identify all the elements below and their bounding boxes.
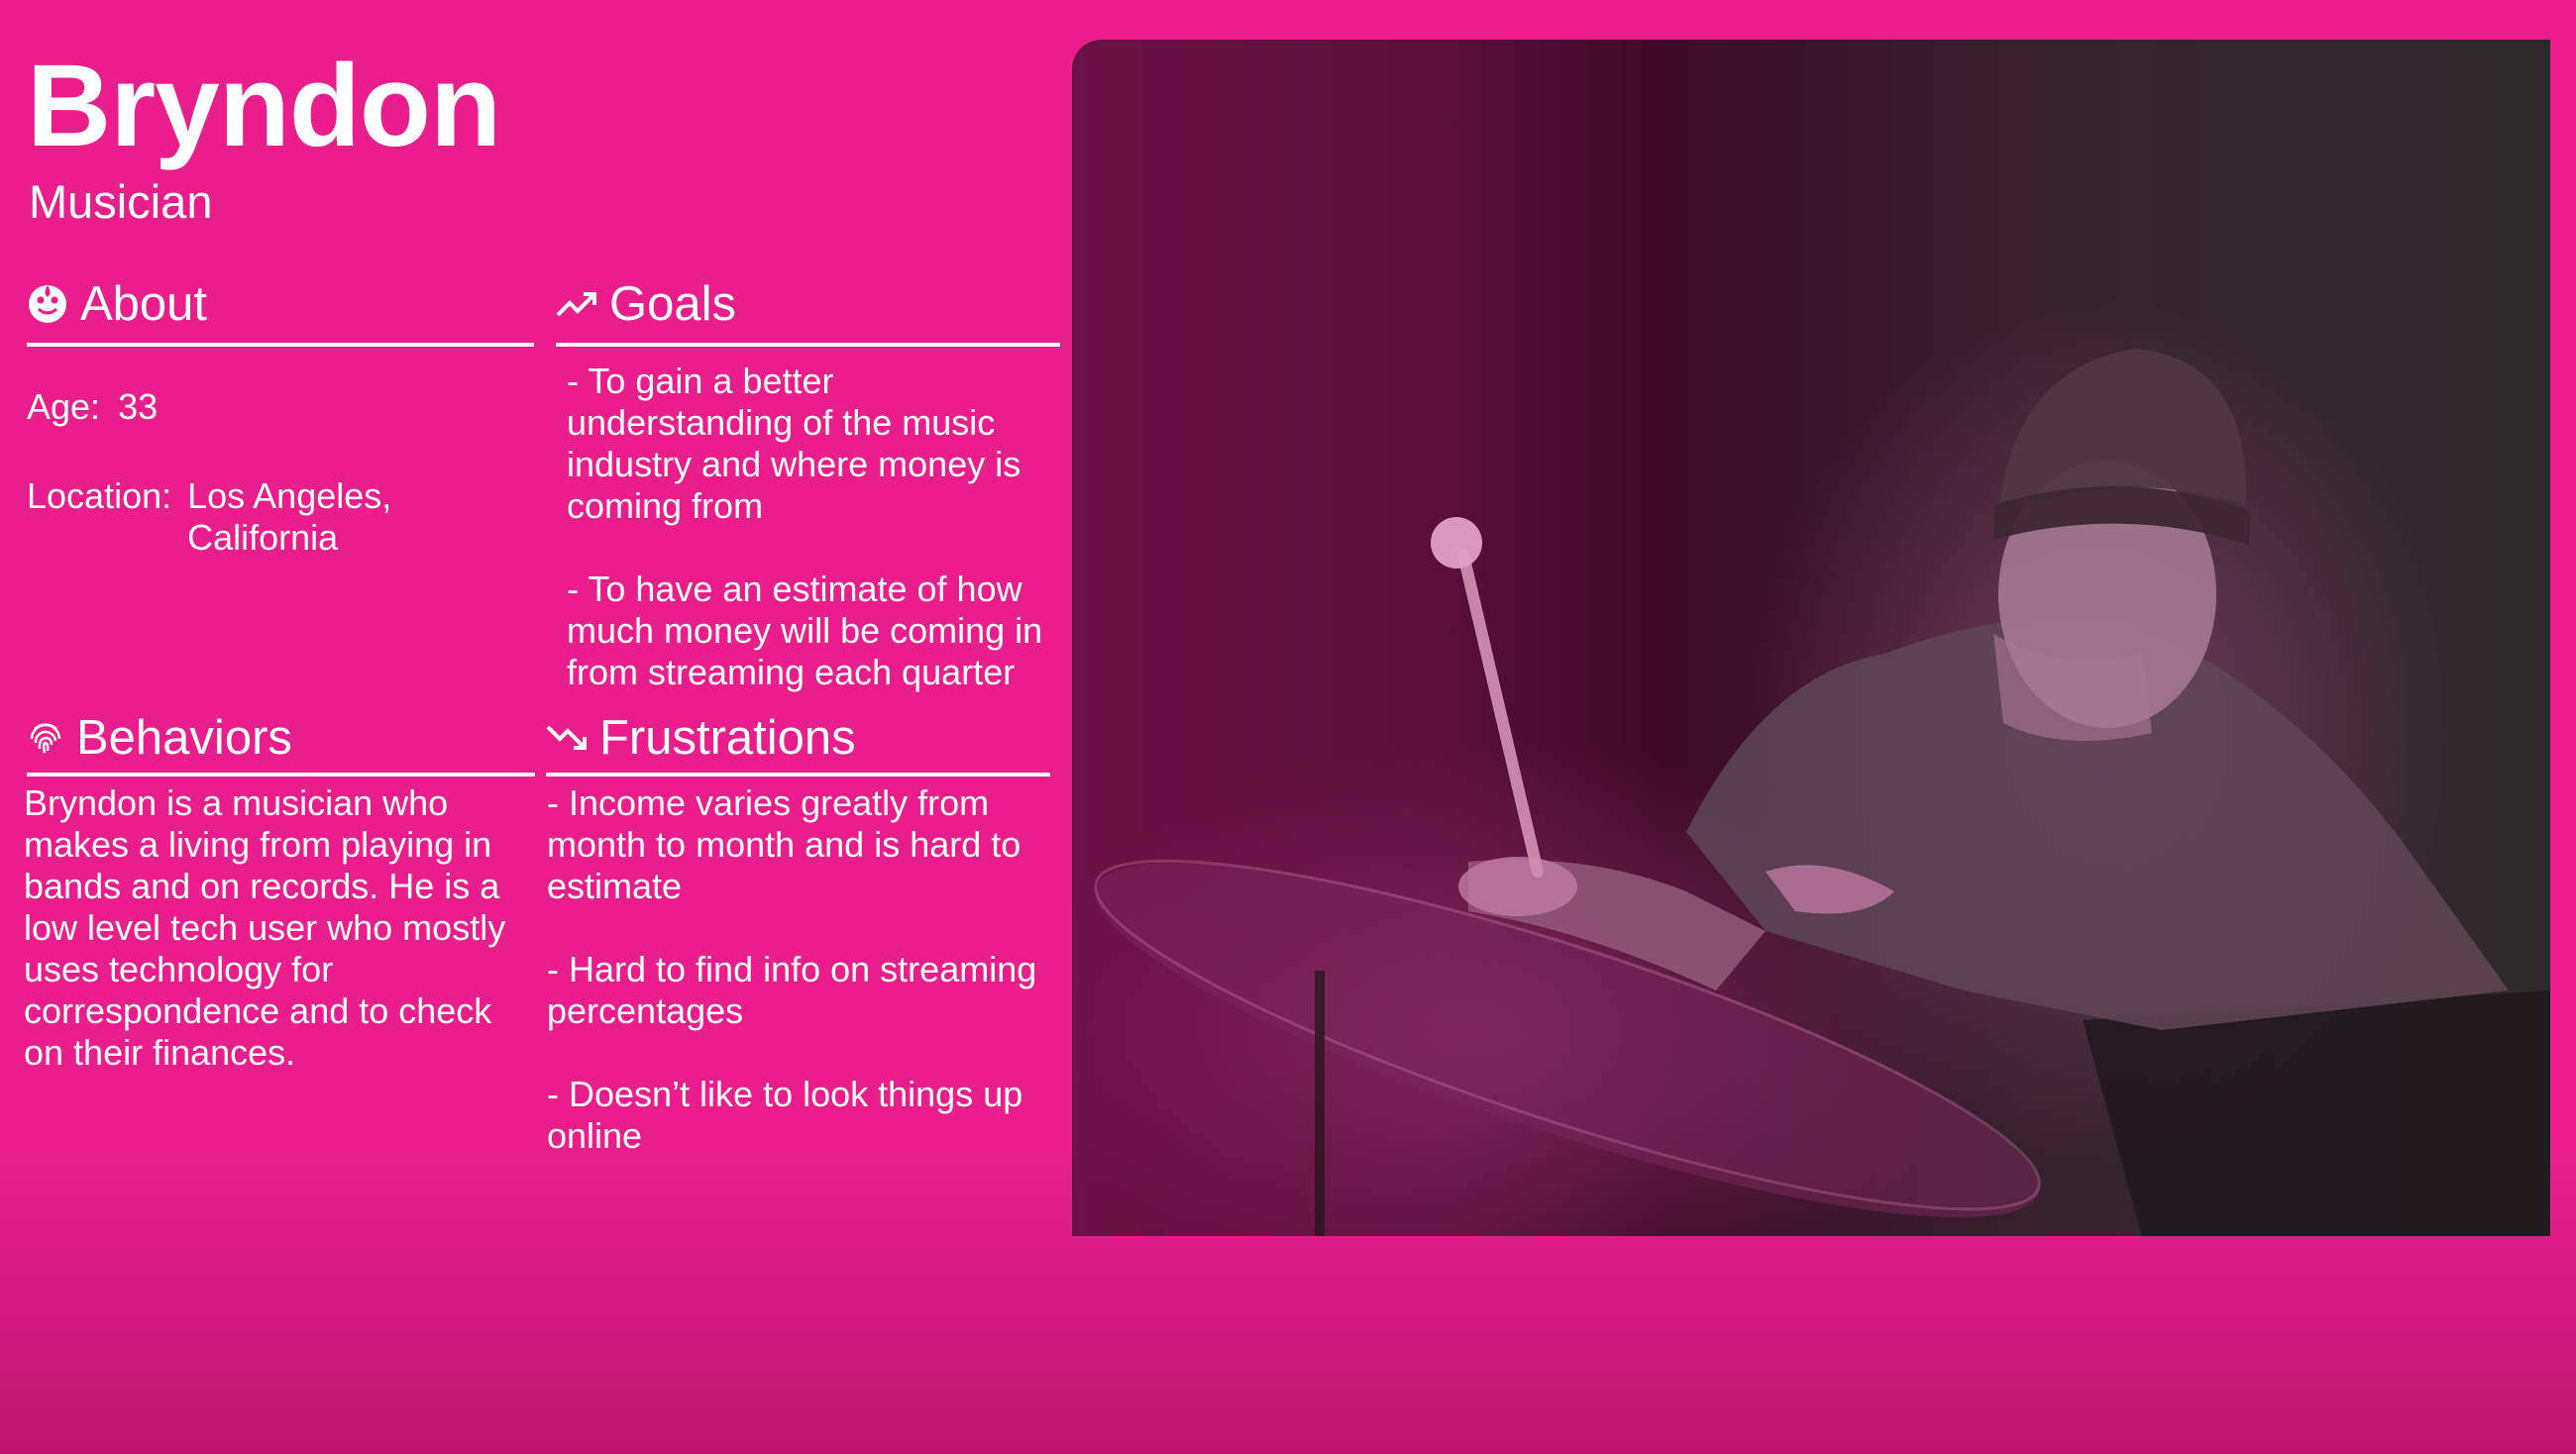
frustration-item: - Income varies greatly from month to mo…: [547, 782, 1021, 906]
goals-header: Goals: [556, 275, 1060, 347]
trending-down-icon: [546, 723, 588, 753]
about-title: About: [80, 276, 208, 331]
goal-item: - To gain a better understanding of the …: [567, 361, 1021, 526]
location-value: Los Angeles, California: [187, 475, 391, 559]
frustration-item: - Hard to find info on streaming percent…: [547, 949, 1037, 1031]
goals-list: - To gain a better understanding of the …: [567, 361, 1062, 693]
frustrations-header: Frustrations: [546, 711, 1050, 777]
location-row: Location: Los Angeles, California: [27, 475, 532, 559]
goal-item: - To have an estimate of how much money …: [567, 569, 1043, 692]
face-icon: [27, 283, 68, 325]
behaviors-title: Behaviors: [76, 710, 292, 765]
age-value: 33: [118, 386, 159, 427]
age-row: Age: 33: [27, 386, 532, 428]
location-line-2: California: [187, 517, 339, 558]
age-label: Age:: [27, 386, 101, 427]
about-details: Age: 33 Location: Los Angeles, Californi…: [27, 386, 532, 606]
frustrations-list: - Income varies greatly from month to mo…: [547, 782, 1062, 1157]
fingerprint-icon: [27, 719, 64, 757]
frustrations-title: Frustrations: [599, 710, 856, 765]
location-line-1: Los Angeles,: [187, 475, 392, 516]
persona-name: Bryndon: [27, 41, 501, 171]
behaviors-header: Behaviors: [27, 711, 535, 777]
goals-title: Goals: [609, 276, 737, 331]
drummer-photo: [1072, 40, 2550, 1236]
trending-up-icon: [556, 289, 597, 319]
about-header: About: [27, 275, 534, 347]
persona-role: Musician: [29, 175, 213, 228]
behaviors-text: Bryndon is a musician who makes a living…: [24, 782, 506, 1073]
frustration-item: - Doesn’t like to look things up online: [547, 1074, 1023, 1156]
location-label: Location:: [27, 475, 172, 516]
